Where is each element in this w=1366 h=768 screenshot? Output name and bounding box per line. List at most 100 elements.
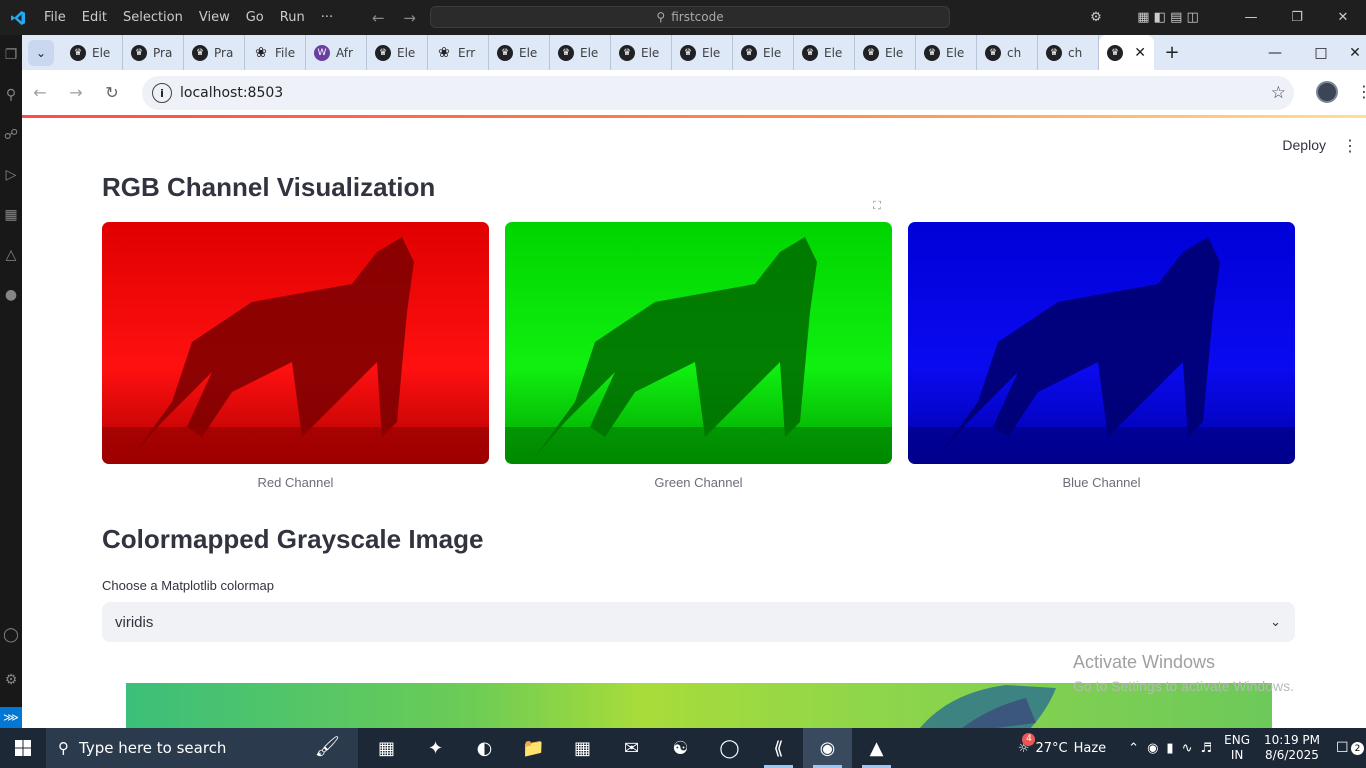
- minimize-icon[interactable]: —: [1228, 10, 1274, 25]
- search-icon[interactable]: ⚲: [0, 75, 22, 115]
- menu-run[interactable]: Run: [272, 10, 313, 25]
- copilot-icon[interactable]: ⚙: [1084, 10, 1108, 25]
- chevron-up-icon[interactable]: ⌃: [1128, 741, 1139, 756]
- edge-browser-icon[interactable]: ◐: [460, 728, 509, 768]
- browser-tab[interactable]: ♛ Ele: [916, 35, 977, 70]
- browser-tab[interactable]: W Afr: [306, 35, 367, 70]
- forward-icon[interactable]: →: [58, 83, 94, 102]
- windows-start-icon[interactable]: [0, 728, 46, 768]
- browser-tab[interactable]: ♛ ch: [977, 35, 1038, 70]
- extensions-icon[interactable]: ▦: [0, 195, 22, 235]
- back-arrow-icon[interactable]: ←: [372, 9, 385, 27]
- search-highlight-icon: 🖌: [314, 734, 340, 758]
- microsoft-store-icon[interactable]: ▦: [558, 728, 607, 768]
- bookmark-star-icon[interactable]: ☆: [1271, 83, 1286, 103]
- remote-status-icon[interactable]: ⋙: [0, 707, 22, 728]
- tab-label: Ele: [763, 45, 782, 60]
- crown-icon: ♛: [375, 44, 391, 61]
- browser-tab[interactable]: ♛ Ele: [672, 35, 733, 70]
- weather-badge: 4: [1022, 732, 1036, 746]
- vscode-command-search[interactable]: ⚲ firstcode: [430, 6, 950, 28]
- run-debug-icon[interactable]: ▷: [0, 155, 22, 195]
- task-view-icon[interactable]: ▦: [362, 728, 411, 768]
- browser-tab[interactable]: ♛ Ele: [367, 35, 428, 70]
- tab-close-icon[interactable]: ✕: [1134, 45, 1146, 61]
- menu-edit[interactable]: Edit: [74, 10, 115, 25]
- menu-view[interactable]: View: [191, 10, 238, 25]
- colormap-select[interactable]: viridis ⌄: [102, 602, 1295, 642]
- url-text[interactable]: localhost:8503: [180, 85, 283, 101]
- deploy-button[interactable]: Deploy: [1282, 137, 1326, 153]
- vscode-taskbar-icon[interactable]: ⟪: [754, 728, 803, 768]
- menu-selection[interactable]: Selection: [115, 10, 191, 25]
- volume-icon[interactable]: ♬: [1200, 741, 1212, 756]
- wifi-icon[interactable]: ∿: [1182, 741, 1193, 756]
- chrome-taskbar-icon[interactable]: ◉: [803, 728, 852, 768]
- file-explorer-icon[interactable]: 📁: [509, 728, 558, 768]
- reload-icon[interactable]: ↻: [94, 83, 130, 102]
- browser-tab[interactable]: ❀ Err: [428, 35, 489, 70]
- outlook-icon[interactable]: ✉: [607, 728, 656, 768]
- profile-avatar[interactable]: [1316, 81, 1338, 103]
- vscode-menu-bar: File Edit Selection View Go Run ···: [36, 10, 341, 25]
- address-bar[interactable]: i localhost:8503 ☆: [142, 76, 1294, 110]
- chrome-close-icon[interactable]: ✕: [1344, 45, 1366, 61]
- app-icon-green-ring[interactable]: ◯: [705, 728, 754, 768]
- chrome-window: ⌄ ♛ Ele ♛ Pra ♛ Pra ❀ File W Afr ♛ Ele ❀ Err ♛ Ele ♛ Ele ♛…: [22, 35, 1366, 728]
- copilot-app-icon[interactable]: ✦: [411, 728, 460, 768]
- account-icon[interactable]: ◯: [0, 615, 22, 655]
- browser-tab[interactable]: ❀ File: [245, 35, 306, 70]
- browser-tab[interactable]: ♛ Ele: [550, 35, 611, 70]
- settings-gear-icon[interactable]: ⚙: [0, 660, 22, 700]
- app-icon-red[interactable]: ▲: [852, 728, 901, 768]
- source-control-icon[interactable]: ☍: [0, 115, 22, 155]
- camera-icon[interactable]: ◉: [1147, 741, 1158, 756]
- tab-list: ♛ Ele ♛ Pra ♛ Pra ❀ File W Afr ♛ Ele ❀ Err ♛ Ele ♛ Ele ♛ El…: [62, 35, 1099, 70]
- weather-widget[interactable]: ☼ 4 27°C Haze: [1018, 732, 1106, 756]
- menu-go[interactable]: Go: [238, 10, 272, 25]
- browser-tab[interactable]: ♛ Ele: [611, 35, 672, 70]
- browser-tab[interactable]: ♛ Ele: [794, 35, 855, 70]
- region-code: IN: [1230, 748, 1244, 762]
- search-icon: ⚲: [58, 739, 69, 757]
- testing-icon[interactable]: △: [0, 235, 22, 275]
- browser-tab[interactable]: ♛ Ele: [733, 35, 794, 70]
- fullscreen-icon[interactable]: ⛶: [864, 193, 890, 219]
- browser-tab[interactable]: ♛ Ele: [62, 35, 123, 70]
- crown-icon: ♛: [497, 44, 513, 61]
- app-icon-orange[interactable]: ☯: [656, 728, 705, 768]
- python-icon[interactable]: ●: [0, 275, 22, 315]
- browser-tab[interactable]: ♛ Ele: [489, 35, 550, 70]
- chrome-menu-icon[interactable]: ⋮: [1356, 82, 1366, 101]
- chrome-minimize-icon[interactable]: —: [1252, 45, 1298, 61]
- site-info-icon[interactable]: i: [152, 83, 172, 103]
- tab-label: Ele: [824, 45, 843, 60]
- system-tray: ☼ 4 27°C Haze ⌃ ◉ ▮ ∿ ♬ ENG IN 10:19 PM 8…: [1018, 728, 1366, 768]
- tab-label: File: [275, 45, 296, 60]
- browser-tab[interactable]: ♛ ch: [1038, 35, 1099, 70]
- notification-center-icon[interactable]: ☐ 2: [1336, 740, 1366, 756]
- tab-search-chevron-icon[interactable]: ⌄: [28, 39, 54, 66]
- forward-arrow-icon[interactable]: →: [403, 9, 416, 27]
- menu-file[interactable]: File: [36, 10, 74, 25]
- new-tab-plus-icon[interactable]: +: [1154, 42, 1190, 63]
- browser-tab[interactable]: ♛ Pra: [123, 35, 184, 70]
- tab-label: Ele: [946, 45, 965, 60]
- chrome-maximize-icon[interactable]: □: [1298, 45, 1344, 61]
- restore-icon[interactable]: ❐: [1274, 10, 1320, 25]
- red-channel-caption: Red Channel: [257, 475, 334, 490]
- browser-tab[interactable]: ♛ Ele: [855, 35, 916, 70]
- battery-icon[interactable]: ▮: [1166, 741, 1173, 756]
- taskbar-search-box[interactable]: ⚲ Type here to search 🖌: [46, 728, 358, 768]
- main-menu-icon[interactable]: ⋮: [1342, 136, 1358, 156]
- explorer-icon[interactable]: ❐: [0, 35, 22, 75]
- language-indicator[interactable]: ENG IN: [1224, 733, 1250, 763]
- close-icon[interactable]: ✕: [1320, 10, 1366, 25]
- back-icon[interactable]: ←: [22, 83, 58, 102]
- browser-tab[interactable]: ♛ Pra: [184, 35, 245, 70]
- clock[interactable]: 10:19 PM 8/6/2025: [1264, 733, 1320, 763]
- menu-more[interactable]: ···: [313, 10, 341, 25]
- vscode-logo-icon[interactable]: [0, 0, 36, 35]
- tab-active[interactable]: ♛ ✕: [1099, 35, 1154, 70]
- vscode-search-text: firstcode: [671, 10, 724, 24]
